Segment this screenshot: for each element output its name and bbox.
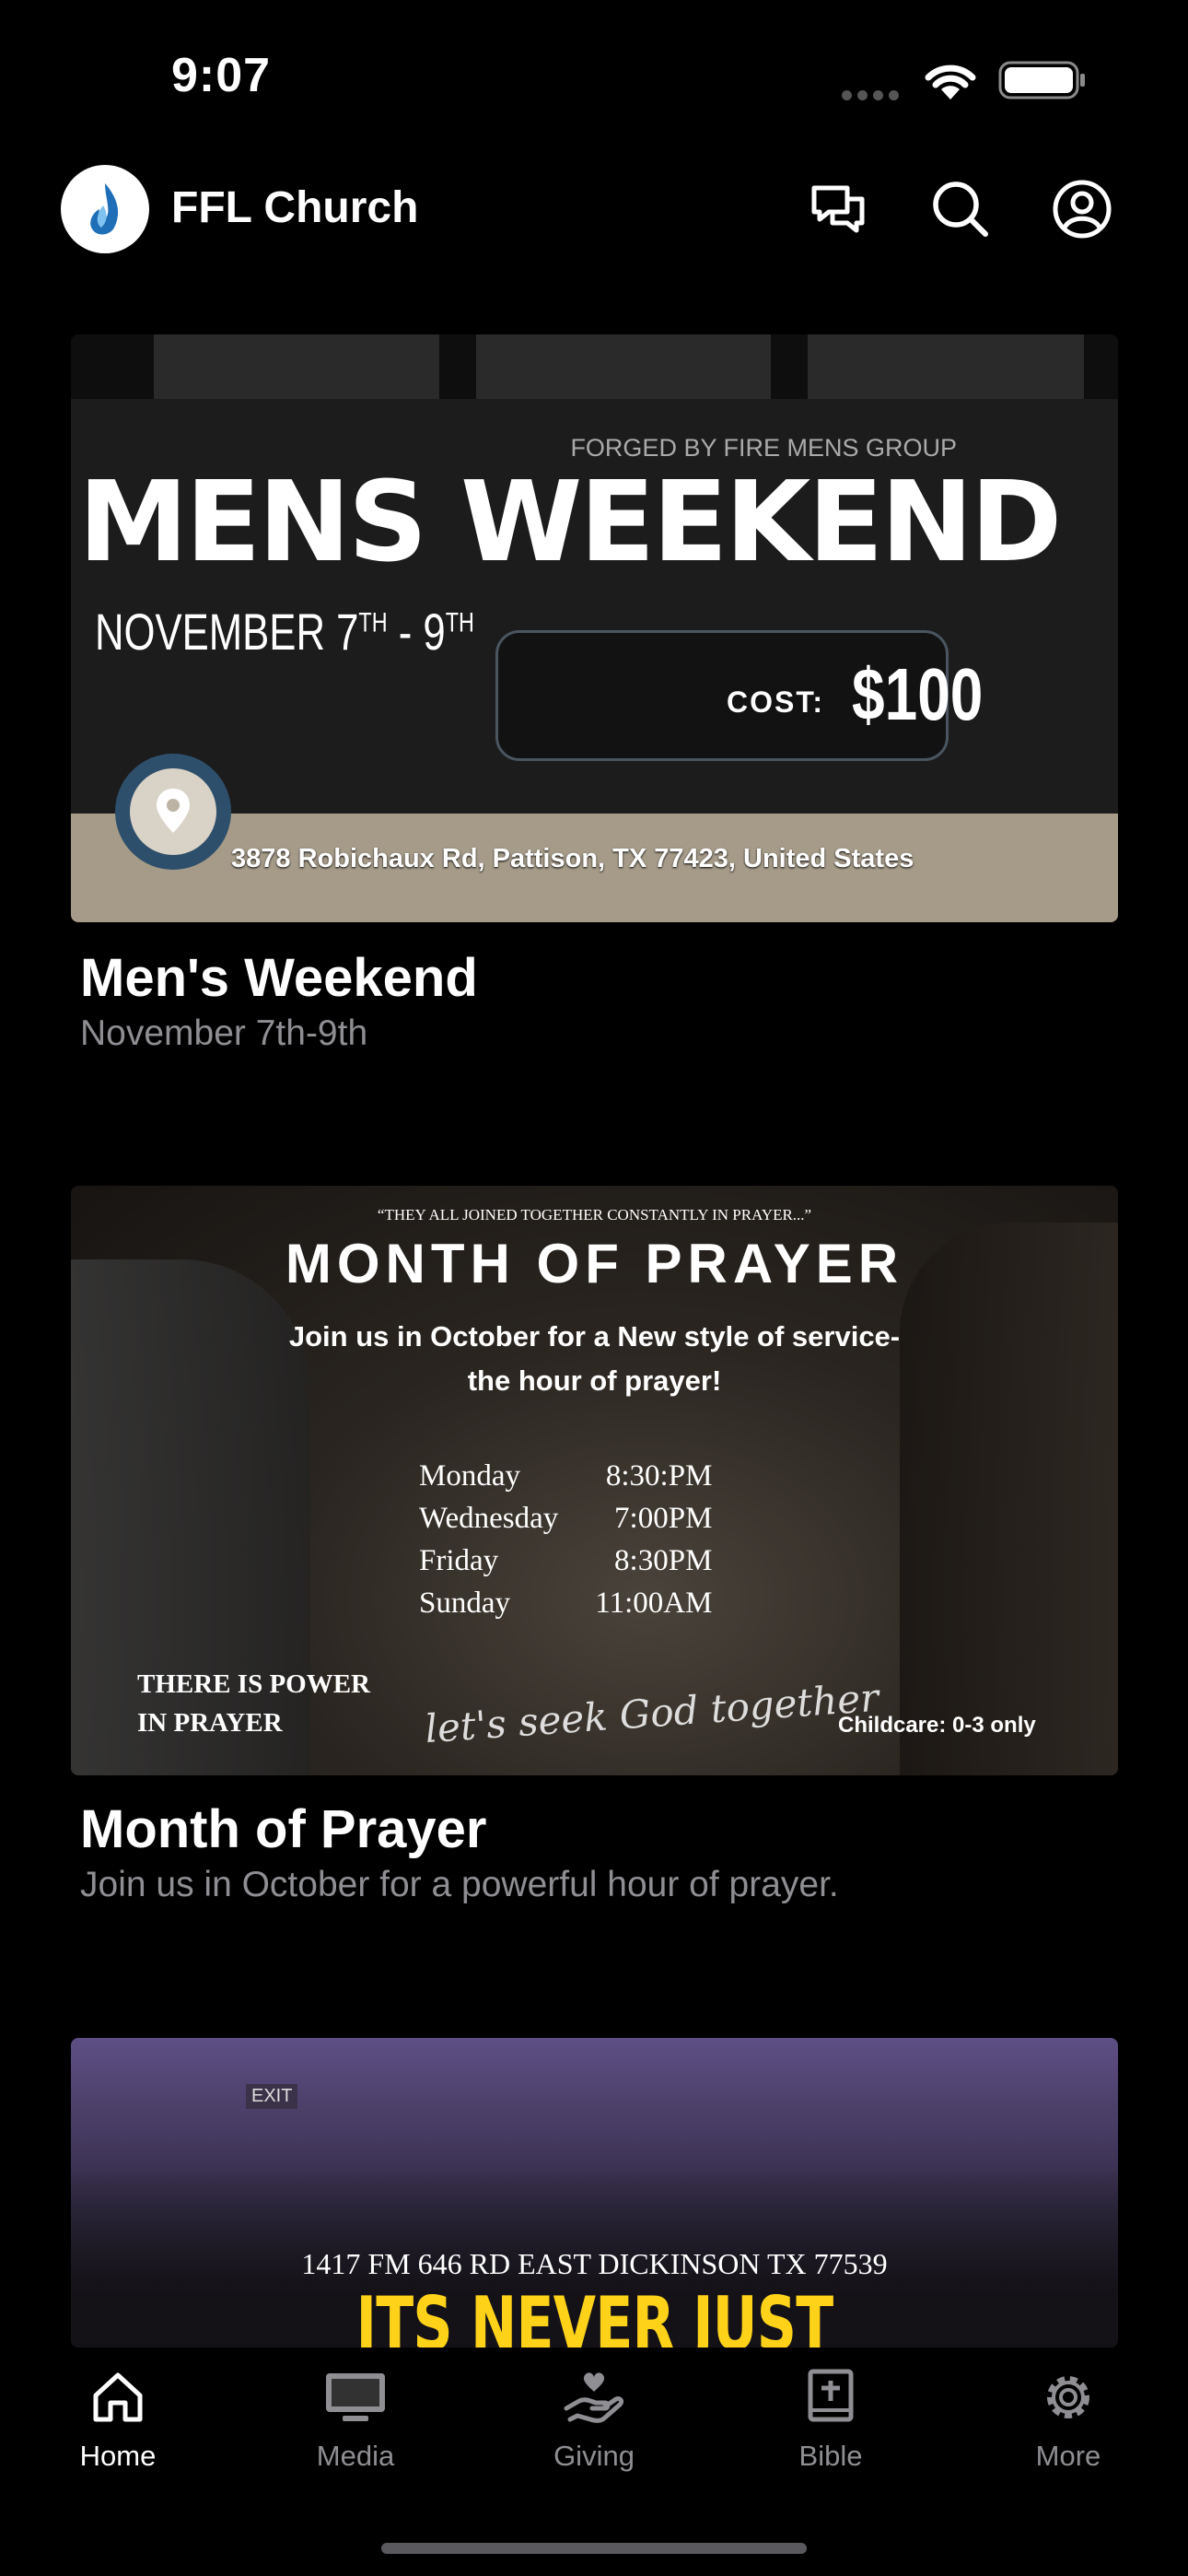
monitor-icon [326,2373,385,2421]
card-subtitle: Join us in October for a powerful hour o… [80,1865,839,1904]
tab-media[interactable]: Media [273,2368,438,2473]
month-of-prayer-image[interactable]: “THEY ALL JOINED TOGETHER CONSTANTLY IN … [71,1186,1118,1775]
tab-bible[interactable]: Bible [748,2368,914,2473]
prayer-headline: MONTH OF PRAYER [285,1233,904,1294]
tab-label: More [1035,2440,1101,2472]
mens-weekend-headline: MENS WEEKEND [78,459,1062,587]
event-dates: NOVEMBER 7TH - 9TH [95,603,474,661]
childcare-note: Childcare: 0-3 only [838,1713,1036,1738]
tab-label: Giving [553,2440,635,2472]
prayer-invite: Join us in October for a New style of se… [288,1320,901,1397]
cost-label: COST: [727,685,824,719]
gear-icon [1047,2376,1089,2418]
cellular-signal-icon [842,88,906,100]
event-address: 3878 Robichaux Rd, Pattison, TX 77423, U… [231,844,914,873]
church-logo [61,165,149,253]
card-title[interactable]: Men's Weekend [80,947,478,1009]
tab-label: Home [79,2440,157,2472]
home-indicator [381,2543,807,2554]
schedule-row: Friday 8:30PM [419,1544,713,1577]
tab-label: Media [316,2440,395,2472]
script-tagline: let's seek God together [423,1674,880,1752]
exit-sign: EXIT [246,2084,298,2109]
bible-icon [808,2369,854,2422]
worship-service-image[interactable]: EXIT 1417 FM 646 RD EAST DICKINSON TX 77… [71,2038,1118,2348]
schedule-row: Sunday 11:00AM [419,1587,713,1620]
prayer-schedule: Monday 8:30:PM Wednesday 7:00PM Friday 8:30… [419,1455,712,1624]
battery-icon [998,61,1085,100]
church-address: 1417 FM 646 RD EAST DICKINSON TX 77539 [301,2247,888,2280]
flame-logo-icon [90,183,119,235]
tab-giving[interactable]: Giving [511,2368,677,2473]
search-icon[interactable] [930,179,991,240]
power-in-prayer: THERE IS POWER IN PRAYER [137,1669,370,1738]
status-time: 9:07 [171,49,272,102]
chat-icon[interactable] [809,179,869,240]
profile-icon[interactable] [1052,179,1112,240]
app-title: FFL Church [171,183,419,232]
location-pin-icon [130,768,216,855]
giving-hand-icon [564,2372,624,2423]
home-icon [93,2372,143,2422]
card-title[interactable]: Month of Prayer [80,1798,487,1860]
photo-strip [71,334,1118,399]
mens-weekend-image[interactable]: FORGED BY FIRE MENS GROUP MENS WEEKEND N… [71,334,1118,922]
slogan-text: ITS NEVER JUST ANOTHER [355,2281,834,2348]
tab-home[interactable]: Home [35,2368,201,2473]
wifi-icon [925,64,976,100]
tab-more[interactable]: More [985,2368,1151,2473]
schedule-row: Monday 8:30:PM [419,1459,713,1493]
schedule-row: Wednesday 7:00PM [419,1502,713,1535]
card-subtitle: November 7th-9th [80,1013,368,1053]
cost-value: $100 [852,653,984,735]
scripture-quote: “THEY ALL JOINED TOGETHER CONSTANTLY IN … [377,1206,812,1224]
tab-label: Bible [798,2440,863,2472]
praying-figure-right [900,1223,1118,1775]
